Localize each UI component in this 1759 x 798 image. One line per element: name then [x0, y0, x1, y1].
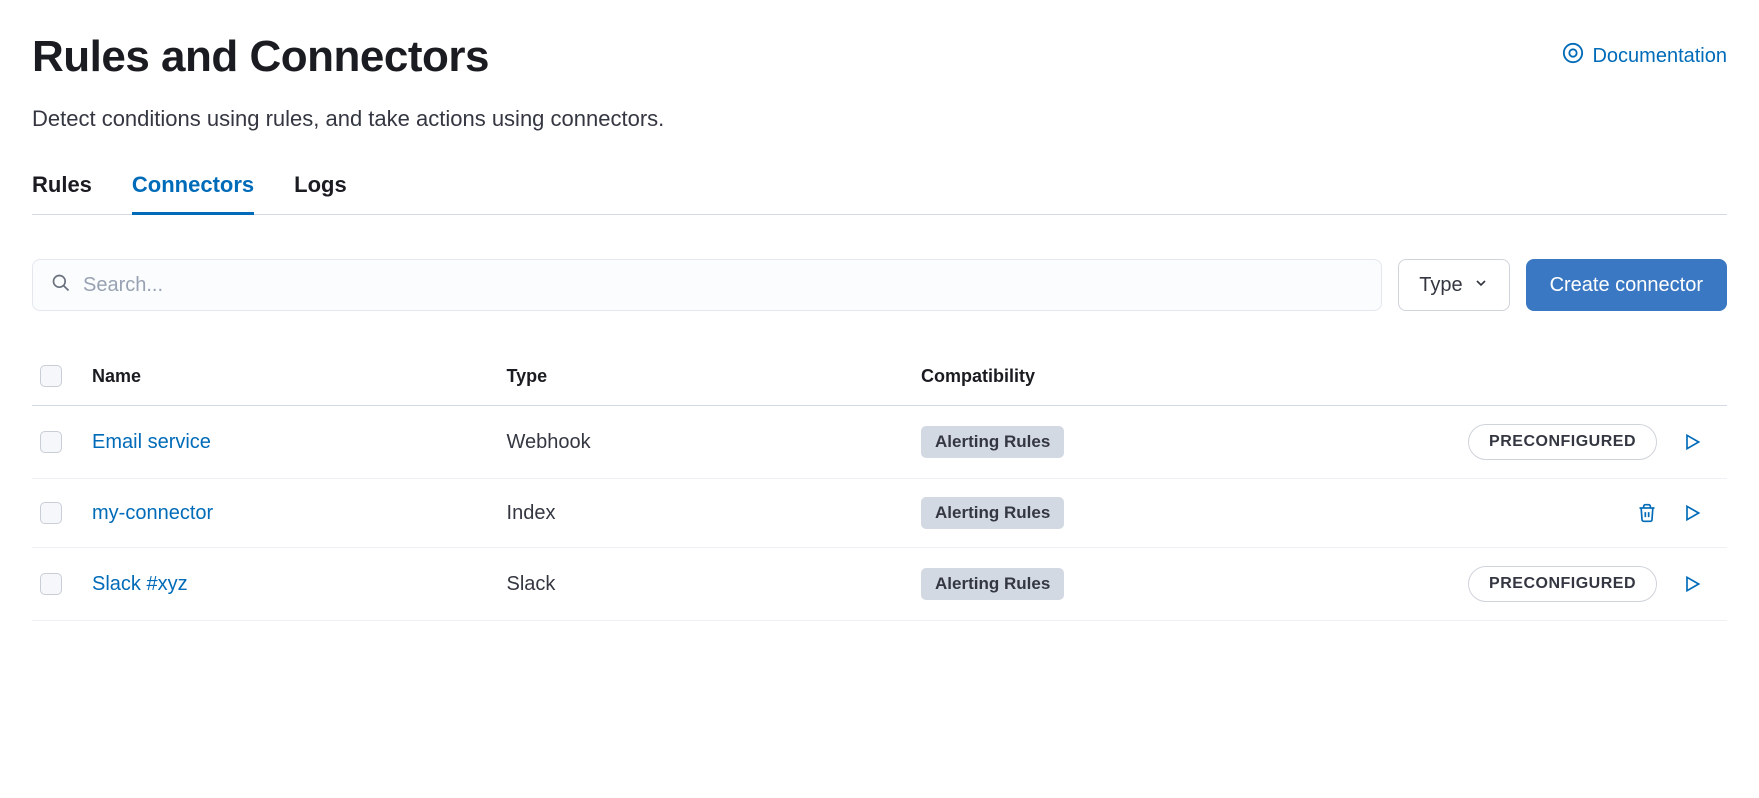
help-icon: [1562, 42, 1584, 70]
page-subtitle: Detect conditions using rules, and take …: [32, 106, 1727, 132]
trash-icon[interactable]: [1637, 503, 1657, 523]
search-icon: [51, 273, 83, 298]
compatibility-badge: Alerting Rules: [921, 568, 1064, 600]
connector-type: Index: [507, 502, 922, 525]
play-icon[interactable]: [1682, 432, 1702, 452]
connector-name-link[interactable]: Email service: [92, 431, 211, 453]
tab-connectors[interactable]: Connectors: [132, 172, 254, 215]
type-filter-dropdown[interactable]: Type: [1398, 259, 1509, 311]
connector-type: Slack: [507, 573, 922, 596]
tabs: Rules Connectors Logs: [32, 172, 1727, 215]
connector-name-link[interactable]: Slack #xyz: [92, 573, 188, 595]
column-header-type: Type: [507, 366, 922, 387]
compatibility-badge: Alerting Rules: [921, 426, 1064, 458]
create-connector-button[interactable]: Create connector: [1526, 259, 1727, 311]
play-icon[interactable]: [1682, 503, 1702, 523]
documentation-label: Documentation: [1592, 45, 1727, 68]
row-checkbox[interactable]: [40, 502, 62, 524]
connector-type: Webhook: [507, 431, 922, 454]
tab-rules[interactable]: Rules: [32, 172, 92, 215]
type-filter-label: Type: [1419, 274, 1462, 297]
row-checkbox[interactable]: [40, 573, 62, 595]
tab-logs[interactable]: Logs: [294, 172, 347, 215]
table-row: Slack #xyz SlackAlerting Rules PRECONFIGUR…: [32, 548, 1727, 621]
column-header-compatibility: Compatibility: [921, 366, 1377, 387]
page-title: Rules and Connectors: [32, 32, 489, 82]
table-row: my-connector IndexAlerting Rules: [32, 479, 1727, 548]
table-row: Email service WebhookAlerting Rules PRECON…: [32, 406, 1727, 479]
play-icon[interactable]: [1682, 574, 1702, 594]
select-all-checkbox[interactable]: [40, 365, 62, 387]
documentation-link[interactable]: Documentation: [1562, 42, 1727, 70]
chevron-down-icon: [1473, 274, 1489, 297]
search-box[interactable]: [32, 259, 1382, 311]
compatibility-badge: Alerting Rules: [921, 497, 1064, 529]
connector-name-link[interactable]: my-connector: [92, 502, 213, 524]
row-checkbox[interactable]: [40, 431, 62, 453]
preconfigured-badge: PRECONFIGURED: [1468, 566, 1657, 602]
search-input[interactable]: [83, 274, 1363, 297]
preconfigured-badge: PRECONFIGURED: [1468, 424, 1657, 460]
column-header-name: Name: [92, 366, 507, 387]
